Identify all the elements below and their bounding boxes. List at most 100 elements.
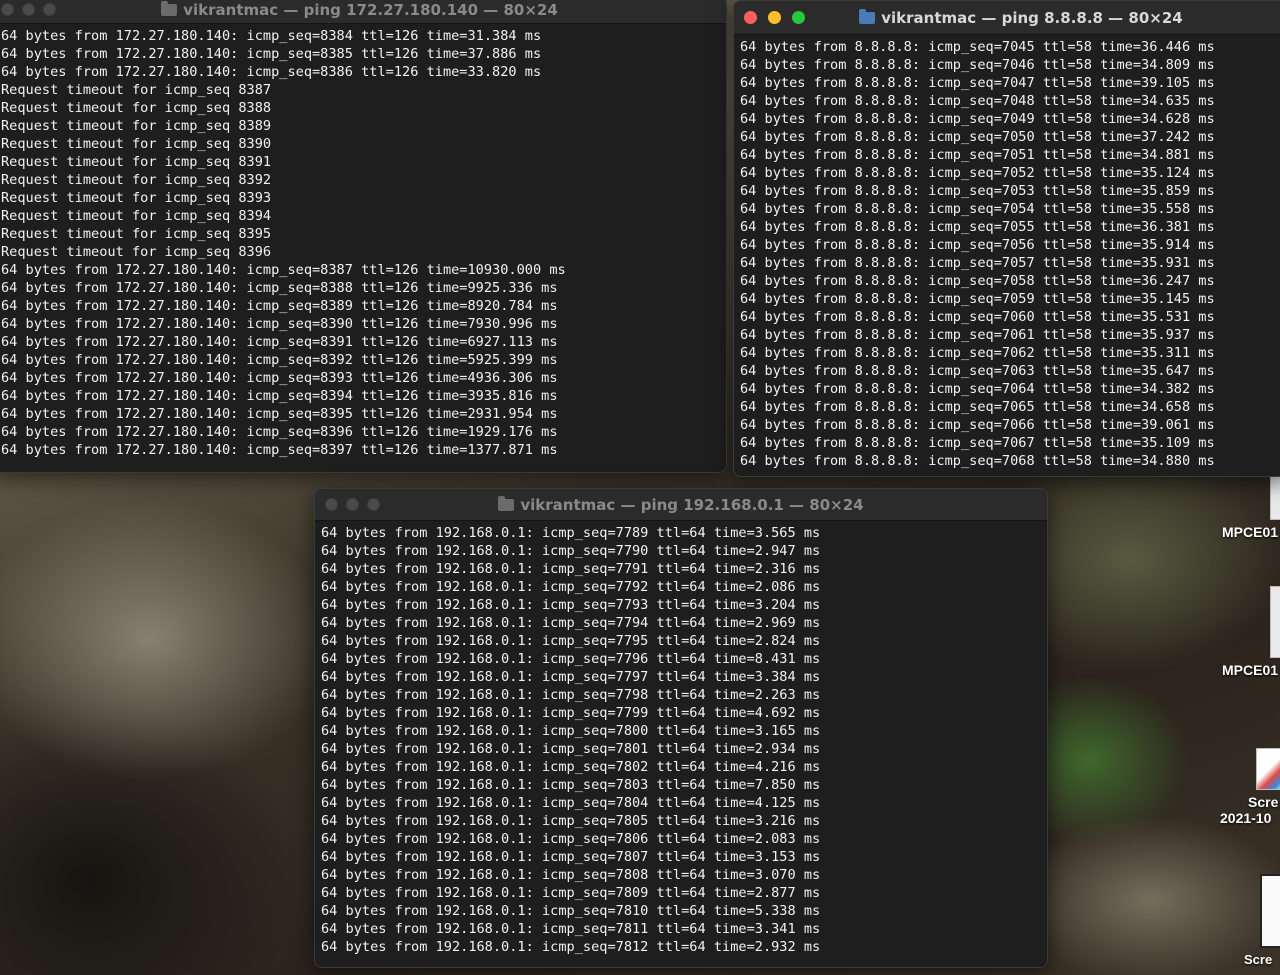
terminal-line: Request timeout for icmp_seq 8391 [1,154,272,170]
zoom-button[interactable] [792,11,805,24]
terminal-line: 64 bytes from 192.168.0.1: icmp_seq=7812… [321,939,821,955]
close-button[interactable] [1,3,14,16]
terminal-line: 64 bytes from 172.27.180.140: icmp_seq=8… [1,316,558,332]
terminal-line: 64 bytes from 192.168.0.1: icmp_seq=7790… [321,543,821,559]
desktop-file-mpce01-a[interactable]: MPCE01 [1222,476,1280,540]
terminal-line: 64 bytes from 192.168.0.1: icmp_seq=7808… [321,867,821,883]
terminal-line: 64 bytes from 192.168.0.1: icmp_seq=7804… [321,795,821,811]
terminal-line: 64 bytes from 192.168.0.1: icmp_seq=7795… [321,633,821,649]
terminal-line: 64 bytes from 172.27.180.140: icmp_seq=8… [1,406,558,422]
terminal-line: 64 bytes from 8.8.8.8: icmp_seq=7066 ttl… [740,417,1215,433]
image-thumbnail-icon [1260,874,1280,948]
terminal-line: 64 bytes from 192.168.0.1: icmp_seq=7797… [321,669,821,685]
folder-icon [498,495,515,511]
terminal-line: 64 bytes from 8.8.8.8: icmp_seq=7065 ttl… [740,399,1215,415]
terminal-line: 64 bytes from 192.168.0.1: icmp_seq=7791… [321,561,821,577]
terminal-window-ping-192[interactable]: vikrantmac — ping 192.168.0.1 — 80×24 64… [314,488,1048,968]
window-title: vikrantmac — ping 8.8.8.8 — 80×24 [839,8,1183,27]
terminal-line: 64 bytes from 172.27.180.140: icmp_seq=8… [1,442,558,458]
desktop-wallpaper: MPCE01 MPCE01 Scre 2021-10 Scre vikrantm… [0,0,1280,975]
desktop-file-label: MPCE01 [1222,662,1279,678]
terminal-line: 64 bytes from 8.8.8.8: icmp_seq=7049 ttl… [740,111,1215,127]
terminal-line: 64 bytes from 192.168.0.1: icmp_seq=7789… [321,525,821,541]
document-icon [1270,476,1280,520]
terminal-line: 64 bytes from 8.8.8.8: icmp_seq=7061 ttl… [740,327,1215,343]
terminal-output[interactable]: 64 bytes from 172.27.180.140: icmp_seq=8… [0,24,726,459]
window-titlebar[interactable]: vikrantmac — ping 8.8.8.8 — 80×24 [734,1,1280,35]
window-title-text: vikrantmac — ping 192.168.0.1 — 80×24 [520,495,864,514]
document-icon [1270,586,1280,658]
terminal-line: 64 bytes from 172.27.180.140: icmp_seq=8… [1,46,542,62]
terminal-line: 64 bytes from 172.27.180.140: icmp_seq=8… [1,64,542,80]
minimize-button[interactable] [22,3,35,16]
terminal-line: 64 bytes from 8.8.8.8: icmp_seq=7064 ttl… [740,381,1215,397]
terminal-line: Request timeout for icmp_seq 8392 [1,172,272,188]
window-title-text: vikrantmac — ping 8.8.8.8 — 80×24 [881,8,1183,27]
terminal-line: Request timeout for icmp_seq 8388 [1,100,272,116]
terminal-line: 64 bytes from 172.27.180.140: icmp_seq=8… [1,424,558,440]
terminal-line: 64 bytes from 8.8.8.8: icmp_seq=7047 ttl… [740,75,1215,91]
terminal-output[interactable]: 64 bytes from 8.8.8.8: icmp_seq=7045 ttl… [734,35,1280,470]
folder-icon [161,1,178,16]
terminal-line: 64 bytes from 8.8.8.8: icmp_seq=7050 ttl… [740,129,1215,145]
terminal-line: 64 bytes from 8.8.8.8: icmp_seq=7062 ttl… [740,345,1215,361]
terminal-line: 64 bytes from 172.27.180.140: icmp_seq=8… [1,280,558,296]
zoom-button[interactable] [43,3,56,16]
terminal-line: 64 bytes from 192.168.0.1: icmp_seq=7807… [321,849,821,865]
terminal-line: 64 bytes from 8.8.8.8: icmp_seq=7055 ttl… [740,219,1215,235]
terminal-line: Request timeout for icmp_seq 8387 [1,82,272,98]
terminal-line: 64 bytes from 8.8.8.8: icmp_seq=7067 ttl… [740,435,1215,451]
terminal-line: 64 bytes from 8.8.8.8: icmp_seq=7056 ttl… [740,237,1215,253]
terminal-line: 64 bytes from 8.8.8.8: icmp_seq=7054 ttl… [740,201,1215,217]
terminal-line: 64 bytes from 192.168.0.1: icmp_seq=7792… [321,579,821,595]
terminal-line: 64 bytes from 192.168.0.1: icmp_seq=7805… [321,813,821,829]
terminal-line: 64 bytes from 8.8.8.8: icmp_seq=7045 ttl… [740,39,1215,55]
window-titlebar[interactable]: vikrantmac — ping 192.168.0.1 — 80×24 [315,489,1047,521]
terminal-line: 64 bytes from 172.27.180.140: icmp_seq=8… [1,334,558,350]
terminal-line: Request timeout for icmp_seq 8389 [1,118,272,134]
terminal-line: 64 bytes from 192.168.0.1: icmp_seq=7798… [321,687,821,703]
close-button[interactable] [325,498,338,511]
terminal-line: 64 bytes from 172.27.180.140: icmp_seq=8… [1,352,558,368]
terminal-line: Request timeout for icmp_seq 8393 [1,190,272,206]
window-title-text: vikrantmac — ping 172.27.180.140 — 80×24 [183,1,558,19]
terminal-line: 64 bytes from 8.8.8.8: icmp_seq=7058 ttl… [740,273,1215,289]
terminal-line: 64 bytes from 192.168.0.1: icmp_seq=7803… [321,777,821,793]
window-titlebar[interactable]: vikrantmac — ping 172.27.180.140 — 80×24 [0,0,726,24]
terminal-line: 64 bytes from 8.8.8.8: icmp_seq=7060 ttl… [740,309,1215,325]
window-title: vikrantmac — ping 172.27.180.140 — 80×24 [161,1,558,19]
terminal-line: 64 bytes from 172.27.180.140: icmp_seq=8… [1,262,566,278]
terminal-line: 64 bytes from 8.8.8.8: icmp_seq=7063 ttl… [740,363,1215,379]
window-controls [1,3,56,16]
minimize-button[interactable] [346,498,359,511]
terminal-line: 64 bytes from 192.168.0.1: icmp_seq=7811… [321,921,821,937]
window-title: vikrantmac — ping 192.168.0.1 — 80×24 [498,495,864,514]
terminal-line: 64 bytes from 192.168.0.1: icmp_seq=7793… [321,597,821,613]
minimize-button[interactable] [768,11,781,24]
terminal-line: 64 bytes from 8.8.8.8: icmp_seq=7051 ttl… [740,147,1215,163]
terminal-line: 64 bytes from 8.8.8.8: icmp_seq=7052 ttl… [740,165,1215,181]
terminal-window-ping-8888[interactable]: vikrantmac — ping 8.8.8.8 — 80×24 64 byt… [733,0,1280,477]
close-button[interactable] [744,11,757,24]
terminal-line: 64 bytes from 8.8.8.8: icmp_seq=7046 ttl… [740,57,1215,73]
desktop-file-label: Scre [1248,794,1279,810]
zoom-button[interactable] [367,498,380,511]
terminal-line: 64 bytes from 192.168.0.1: icmp_seq=7796… [321,651,821,667]
terminal-line: 64 bytes from 192.168.0.1: icmp_seq=7800… [321,723,821,739]
window-controls [744,11,805,24]
terminal-line: Request timeout for icmp_seq 8394 [1,208,272,224]
terminal-output[interactable]: 64 bytes from 192.168.0.1: icmp_seq=7789… [315,521,1047,956]
terminal-line: 64 bytes from 192.168.0.1: icmp_seq=7799… [321,705,821,721]
desktop-file-mpce01-b[interactable]: MPCE01 [1222,586,1280,678]
terminal-line: 64 bytes from 8.8.8.8: icmp_seq=7053 ttl… [740,183,1215,199]
terminal-window-ping-172[interactable]: vikrantmac — ping 172.27.180.140 — 80×24… [0,0,727,473]
terminal-line: 64 bytes from 192.168.0.1: icmp_seq=7809… [321,885,821,901]
terminal-line: 64 bytes from 172.27.180.140: icmp_seq=8… [1,388,558,404]
terminal-line: 64 bytes from 172.27.180.140: icmp_seq=8… [1,28,542,44]
terminal-line: 64 bytes from 8.8.8.8: icmp_seq=7068 ttl… [740,453,1215,469]
terminal-line: 64 bytes from 192.168.0.1: icmp_seq=7810… [321,903,821,919]
terminal-line: 64 bytes from 8.8.8.8: icmp_seq=7057 ttl… [740,255,1215,271]
desktop-file-screenshot-a[interactable]: Scre 2021-10 [1220,748,1280,826]
desktop-file-screenshot-b[interactable]: Scre [1244,874,1280,967]
folder-icon [859,8,876,24]
